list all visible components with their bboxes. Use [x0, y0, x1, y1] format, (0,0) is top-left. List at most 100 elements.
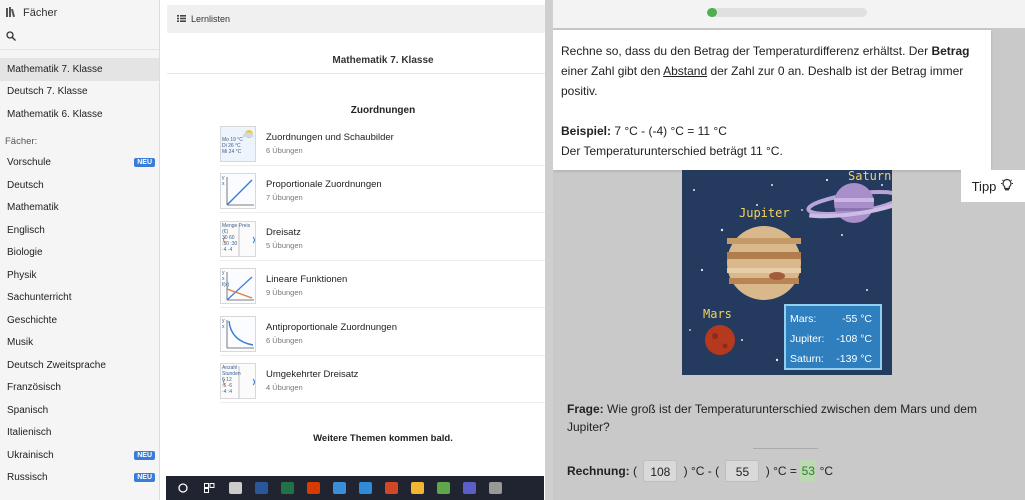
subject-item[interactable]: Sachunterricht — [0, 287, 159, 310]
subject-label: Russisch — [7, 472, 48, 484]
mars-planet — [705, 325, 735, 355]
topic-thumbnail: Mo 19 °C Di 26 °C Mi 24 °C — [220, 125, 256, 162]
subject-item[interactable]: Vorschule NEU — [0, 152, 159, 175]
planets-image: Saturn Jupiter Mars Mars: -55 °C Jupiter… — [682, 170, 892, 375]
input-first-value[interactable]: 108 — [643, 460, 678, 482]
task-view-icon[interactable] — [222, 476, 248, 500]
thumbnail-text-line: y — [222, 317, 225, 324]
panel-splitter[interactable] — [545, 0, 553, 500]
subject-item[interactable]: Ukrainisch NEU — [0, 444, 159, 467]
powerpoint-icon-glyph — [384, 482, 398, 494]
topic-item[interactable]: Mo 19 °C Di 26 °C Mi 24 °C Zuordnungen und … — [220, 122, 545, 166]
new-badge: NEU — [134, 450, 155, 460]
new-badge: NEU — [134, 158, 155, 168]
topic-item[interactable]: Menge Preis (€) 30 60:30 :30·4 ·4 Dreisatz… — [220, 217, 545, 261]
topic-title: Antiproportionale Zuordnungen — [266, 322, 397, 333]
topic-title: Dreisatz — [266, 227, 301, 238]
subject-item[interactable]: Biologie — [0, 242, 159, 265]
subject-item[interactable]: Russisch NEU — [0, 467, 159, 490]
question: Frage: Wie groß ist der Temperaturunters… — [567, 400, 1007, 436]
tip-button[interactable]: Tipp — [961, 170, 1025, 202]
subject-label: Vorschule — [7, 157, 51, 169]
word-icon[interactable] — [248, 476, 274, 500]
teams-icon[interactable] — [456, 476, 482, 500]
mail-icon[interactable] — [326, 476, 352, 500]
teams-icon-glyph — [462, 482, 476, 494]
recent-item[interactable]: Deutsch 7. Klasse — [0, 81, 159, 104]
subject-item[interactable]: Musik — [0, 332, 159, 355]
start-icon[interactable] — [170, 476, 196, 500]
thumbnail-text-line: f(x) — [222, 281, 230, 288]
list-icon — [177, 14, 186, 24]
excel-icon-glyph — [280, 482, 294, 494]
subject-label: Musik — [7, 337, 34, 349]
topic-item[interactable]: y x Proportionale Zuordnungen 7 Übungen — [220, 169, 545, 213]
temp-planet-2: Jupiter: — [790, 333, 824, 345]
divider — [753, 448, 818, 449]
temp-value-3: -139 °C — [836, 353, 872, 365]
recent-item[interactable]: Mathematik 7. Klasse — [0, 58, 159, 81]
search-icon[interactable] — [196, 476, 222, 500]
topic-exercise-count: 6 Übungen — [266, 146, 303, 155]
mail-icon-glyph — [332, 482, 346, 494]
hint-card: Rechne so, dass du den Betrag der Temper… — [553, 30, 991, 170]
app-icon[interactable] — [482, 476, 508, 500]
question-text: Wie groß ist der Temperaturunterschied z… — [567, 402, 977, 434]
topic-item[interactable]: Anzahl Stunden 6 12:6 ·6·4 :4 Umgekehrter … — [220, 359, 545, 403]
subject-label: Biologie — [7, 247, 43, 259]
office-icon[interactable] — [300, 476, 326, 500]
edge-icon[interactable] — [352, 476, 378, 500]
subject-item[interactable]: Französisch — [0, 377, 159, 400]
thumbnail-text-line: x — [222, 180, 225, 187]
progress-fill — [707, 8, 717, 17]
saturn-label: Saturn — [848, 170, 891, 183]
sidebar-header: Fächer — [0, 0, 159, 26]
recent-item[interactable]: Mathematik 6. Klasse — [0, 103, 159, 126]
thumbnail-text: yx — [222, 318, 225, 330]
topic-thumbnail: Menge Preis (€) 30 60:30 :30·4 ·4 — [220, 220, 256, 257]
answer-field[interactable]: 53 — [800, 460, 817, 482]
store-icon[interactable] — [430, 476, 456, 500]
office-icon-glyph — [306, 482, 320, 494]
hint-example: Beispiel: 7 °C - (-4) °C = 11 °C — [561, 124, 727, 138]
subject-item[interactable]: Deutsch — [0, 174, 159, 197]
store-icon-glyph — [436, 482, 450, 494]
topic-text: Proportionale Zuordnungen 7 Übungen — [266, 179, 382, 202]
subject-label: Sachunterricht — [7, 292, 72, 304]
calc-label: Rechnung: — [567, 464, 630, 478]
temp-planet-1: Mars: — [790, 313, 816, 325]
recent-subjects-list: Mathematik 7. Klasse Deutsch 7. Klasse M… — [0, 58, 159, 126]
topic-item[interactable]: y x Antiproportionale Zuordnungen 6 Übungen — [220, 312, 545, 356]
input-second-value[interactable]: 55 — [725, 460, 760, 482]
search-icon — [6, 31, 16, 44]
subject-label: Deutsch — [7, 179, 44, 191]
thumbnail-text: Mo 19 °C Di 26 °C Mi 24 °C — [222, 137, 243, 155]
topic-exercise-count: 5 Übungen — [266, 241, 303, 250]
subject-label: Physik — [7, 269, 37, 281]
subject-item[interactable]: Physik — [0, 264, 159, 287]
powerpoint-icon[interactable] — [378, 476, 404, 500]
files-icon[interactable] — [404, 476, 430, 500]
subject-label: Ukrainisch — [7, 449, 54, 461]
app-icon-glyph — [488, 482, 502, 494]
exercise-panel: Rechne so, dass du den Betrag der Temper… — [553, 0, 1025, 500]
subject-label: Italienisch — [7, 427, 52, 439]
excel-icon[interactable] — [274, 476, 300, 500]
topic-thumbnail: yx — [220, 172, 256, 209]
topic-title: Lineare Funktionen — [266, 274, 348, 285]
subject-item[interactable]: Italienisch — [0, 422, 159, 445]
subject-item[interactable]: Mathematik — [0, 197, 159, 220]
thumbnail-text-line: Mo 19 °C — [222, 136, 243, 143]
subject-item[interactable]: Geschichte — [0, 309, 159, 332]
hint-example-result: Der Temperaturunterschied beträgt 11 °C. — [561, 144, 783, 158]
learning-lists-toolbar[interactable]: Lernlisten — [167, 5, 545, 33]
page-title: Mathematik 7. Klasse — [332, 55, 434, 66]
word-icon-glyph — [254, 482, 268, 494]
topic-item[interactable]: y x f(x) Lineare Funktionen 9 Übungen — [220, 264, 545, 308]
subject-list: Vorschule NEU Deutsch Mathematik Englisch Bio… — [0, 152, 159, 490]
subject-item[interactable]: Deutsch Zweitsprache — [0, 354, 159, 377]
subject-item[interactable]: Spanisch — [0, 399, 159, 422]
sidebar-search[interactable] — [0, 26, 159, 50]
topic-title: Zuordnungen und Schaubilder — [266, 132, 394, 143]
subject-item[interactable]: Englisch — [0, 219, 159, 242]
